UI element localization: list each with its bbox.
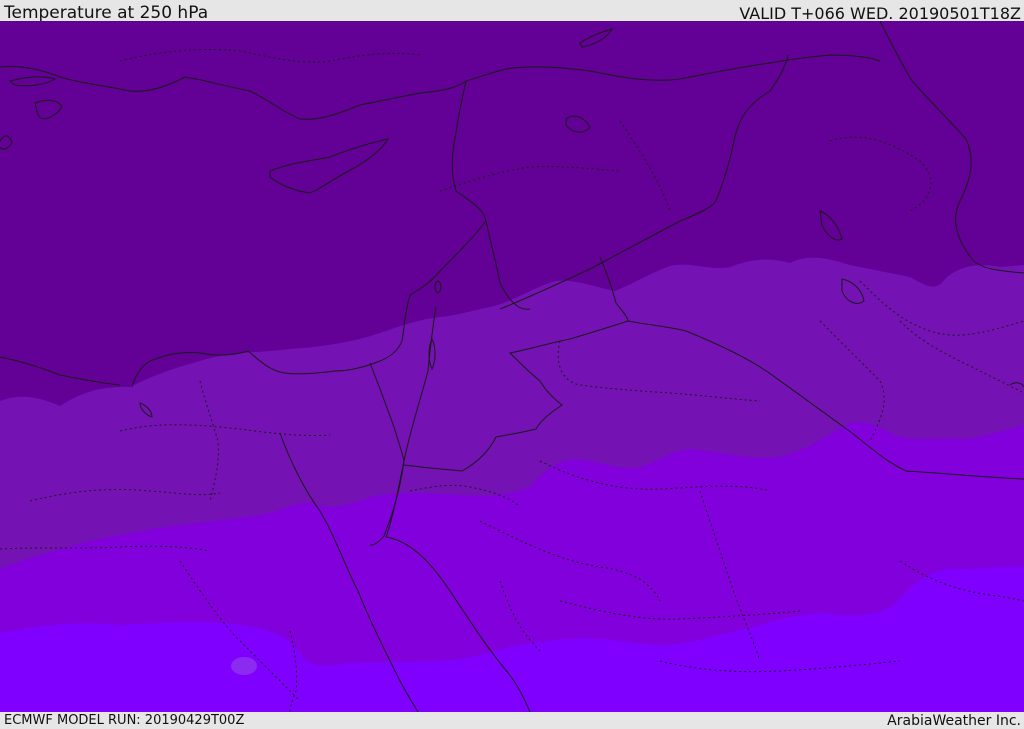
map-title: Temperature at 250 hPa [4, 3, 209, 23]
forecast-map-page: Temperature at 250 hPa VALID T+066 WED. … [0, 0, 1024, 729]
model-run-label: ECMWF MODEL RUN: 20190429T00Z [4, 713, 245, 728]
temperature-map[interactable] [0, 21, 1024, 712]
footer-bar: ECMWF MODEL RUN: 20190429T00Z ArabiaWeat… [0, 712, 1024, 729]
header-bar: Temperature at 250 hPa VALID T+066 WED. … [0, 0, 1024, 23]
credit-label: ArabiaWeather Inc. [887, 713, 1021, 729]
map-canvas [0, 21, 1024, 712]
temp-blob-warm [231, 657, 257, 675]
